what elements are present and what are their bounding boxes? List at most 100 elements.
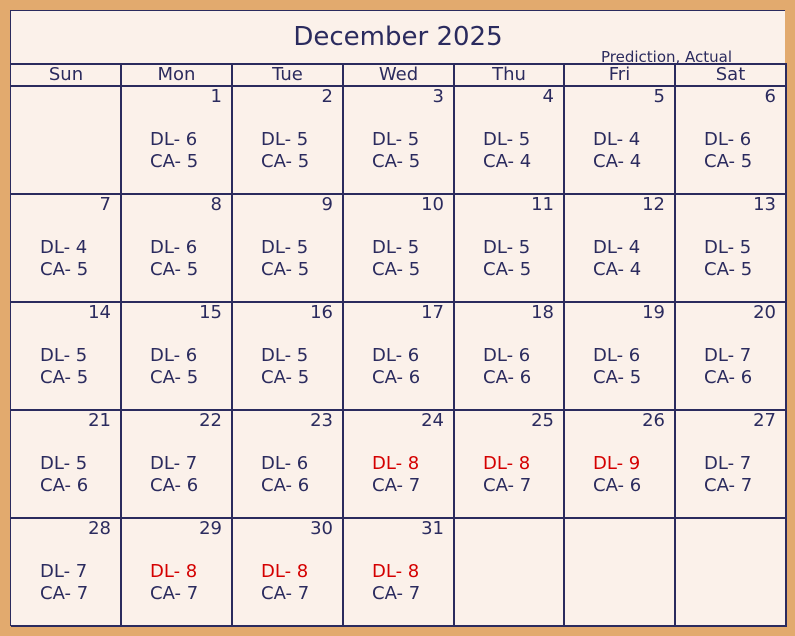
day-number: 25 <box>531 410 554 431</box>
day-number: 26 <box>642 410 665 431</box>
day-number: 9 <box>321 194 333 215</box>
day-number: 28 <box>88 518 111 539</box>
actual-value: CA- 7 <box>704 475 753 496</box>
day-number: 6 <box>764 86 776 107</box>
prediction-value: DL- 6 <box>593 345 641 366</box>
actual-value: CA- 7 <box>261 583 310 604</box>
day-number: 30 <box>310 518 333 539</box>
prediction-value: DL- 5 <box>704 237 752 258</box>
day-number: 16 <box>310 302 333 323</box>
grid-line <box>11 409 786 411</box>
day-cell[interactable]: 4 DL- 5 CA- 4 <box>454 87 564 194</box>
day-cell[interactable]: 26 DL- 9 CA- 6 <box>564 411 675 518</box>
actual-value: CA- 7 <box>150 583 199 604</box>
day-cell[interactable]: 15 DL- 6 CA- 5 <box>121 303 232 410</box>
day-cell[interactable]: 29 DL- 8 CA- 7 <box>121 519 232 626</box>
grid-line <box>563 63 565 627</box>
prediction-value: DL- 6 <box>150 237 198 258</box>
weekday-header: Wed <box>378 64 419 85</box>
day-cell[interactable]: 16 DL- 5 CA- 5 <box>232 303 343 410</box>
day-cell[interactable]: 22 DL- 7 CA- 6 <box>121 411 232 518</box>
actual-value: CA- 5 <box>483 259 532 280</box>
prediction-value: DL- 6 <box>704 129 752 150</box>
day-cell[interactable]: 12 DL- 4 CA- 4 <box>564 195 675 302</box>
prediction-value: DL- 7 <box>150 453 198 474</box>
prediction-value: DL- 5 <box>261 345 309 366</box>
day-cell[interactable]: 28 DL- 7 CA- 7 <box>11 519 121 626</box>
weekday-header: Mon <box>157 64 196 85</box>
actual-value: CA- 6 <box>372 367 421 388</box>
day-cell[interactable]: 2 DL- 5 CA- 5 <box>232 87 343 194</box>
prediction-value: DL- 4 <box>40 237 88 258</box>
prediction-value: DL- 9 <box>593 453 641 474</box>
actual-value: CA- 6 <box>483 367 532 388</box>
day-cell[interactable]: 31 DL- 8 CA- 7 <box>343 519 454 626</box>
day-cell[interactable]: 8 DL- 6 CA- 5 <box>121 195 232 302</box>
actual-value: CA- 5 <box>150 367 199 388</box>
grid-line <box>231 63 233 627</box>
day-cell[interactable]: 5 DL- 4 CA- 4 <box>564 87 675 194</box>
day-cell[interactable]: 3 DL- 5 CA- 5 <box>343 87 454 194</box>
prediction-value: DL- 4 <box>593 237 641 258</box>
actual-value: CA- 5 <box>40 259 89 280</box>
actual-value: CA- 5 <box>150 259 199 280</box>
grid-line <box>785 63 787 627</box>
day-cell[interactable]: 18 DL- 6 CA- 6 <box>454 303 564 410</box>
actual-value: CA- 6 <box>704 367 753 388</box>
empty-day-cell <box>675 519 786 626</box>
actual-value: CA- 7 <box>40 583 89 604</box>
actual-value: CA- 6 <box>40 475 89 496</box>
prediction-value: DL- 5 <box>483 237 531 258</box>
prediction-value: DL- 7 <box>40 561 88 582</box>
grid-line <box>674 63 676 627</box>
day-cell[interactable]: 21 DL- 5 CA- 6 <box>11 411 121 518</box>
actual-value: CA- 5 <box>261 259 310 280</box>
day-number: 17 <box>421 302 444 323</box>
day-cell[interactable]: 24 DL- 8 CA- 7 <box>343 411 454 518</box>
day-number: 7 <box>99 194 111 215</box>
weekday-header: Sat <box>715 64 746 85</box>
prediction-value: DL- 5 <box>372 237 420 258</box>
grid-line <box>120 63 122 627</box>
day-number: 14 <box>88 302 111 323</box>
actual-value: CA- 5 <box>372 259 421 280</box>
actual-value: CA- 7 <box>372 583 421 604</box>
weekday-header: Fri <box>608 64 631 85</box>
empty-day-cell <box>11 87 121 194</box>
day-cell[interactable]: 1 DL- 6 CA- 5 <box>121 87 232 194</box>
day-cell[interactable]: 10 DL- 5 CA- 5 <box>343 195 454 302</box>
day-cell[interactable]: 9 DL- 5 CA- 5 <box>232 195 343 302</box>
grid-line <box>11 193 786 195</box>
day-cell[interactable]: 19 DL- 6 CA- 5 <box>564 303 675 410</box>
day-cell[interactable]: 13 DL- 5 CA- 5 <box>675 195 786 302</box>
actual-value: CA- 5 <box>150 151 199 172</box>
day-number: 18 <box>531 302 554 323</box>
empty-day-cell <box>454 519 564 626</box>
day-cell[interactable]: 20 DL- 7 CA- 6 <box>675 303 786 410</box>
day-cell[interactable]: 7 DL- 4 CA- 5 <box>11 195 121 302</box>
actual-value: CA- 6 <box>150 475 199 496</box>
day-cell[interactable]: 11 DL- 5 CA- 5 <box>454 195 564 302</box>
grid-line <box>342 63 344 627</box>
day-number: 31 <box>421 518 444 539</box>
prediction-value: DL- 6 <box>150 345 198 366</box>
prediction-value: DL- 8 <box>261 561 309 582</box>
day-cell[interactable]: 17 DL- 6 CA- 6 <box>343 303 454 410</box>
day-number: 8 <box>210 194 222 215</box>
weekday-header: Thu <box>492 64 526 85</box>
prediction-value: DL- 8 <box>372 453 420 474</box>
prediction-value: DL- 5 <box>40 453 88 474</box>
actual-value: CA- 5 <box>704 151 753 172</box>
day-cell[interactable]: 25 DL- 8 CA- 7 <box>454 411 564 518</box>
actual-value: CA- 5 <box>372 151 421 172</box>
day-number: 12 <box>642 194 665 215</box>
prediction-value: DL- 5 <box>372 129 420 150</box>
day-cell[interactable]: 27 DL- 7 CA- 7 <box>675 411 786 518</box>
day-cell[interactable]: 30 DL- 8 CA- 7 <box>232 519 343 626</box>
day-number: 2 <box>321 86 333 107</box>
day-cell[interactable]: 23 DL- 6 CA- 6 <box>232 411 343 518</box>
day-cell[interactable]: 6 DL- 6 CA- 5 <box>675 87 786 194</box>
day-cell[interactable]: 14 DL- 5 CA- 5 <box>11 303 121 410</box>
actual-value: CA- 6 <box>261 475 310 496</box>
prediction-value: DL- 8 <box>150 561 198 582</box>
